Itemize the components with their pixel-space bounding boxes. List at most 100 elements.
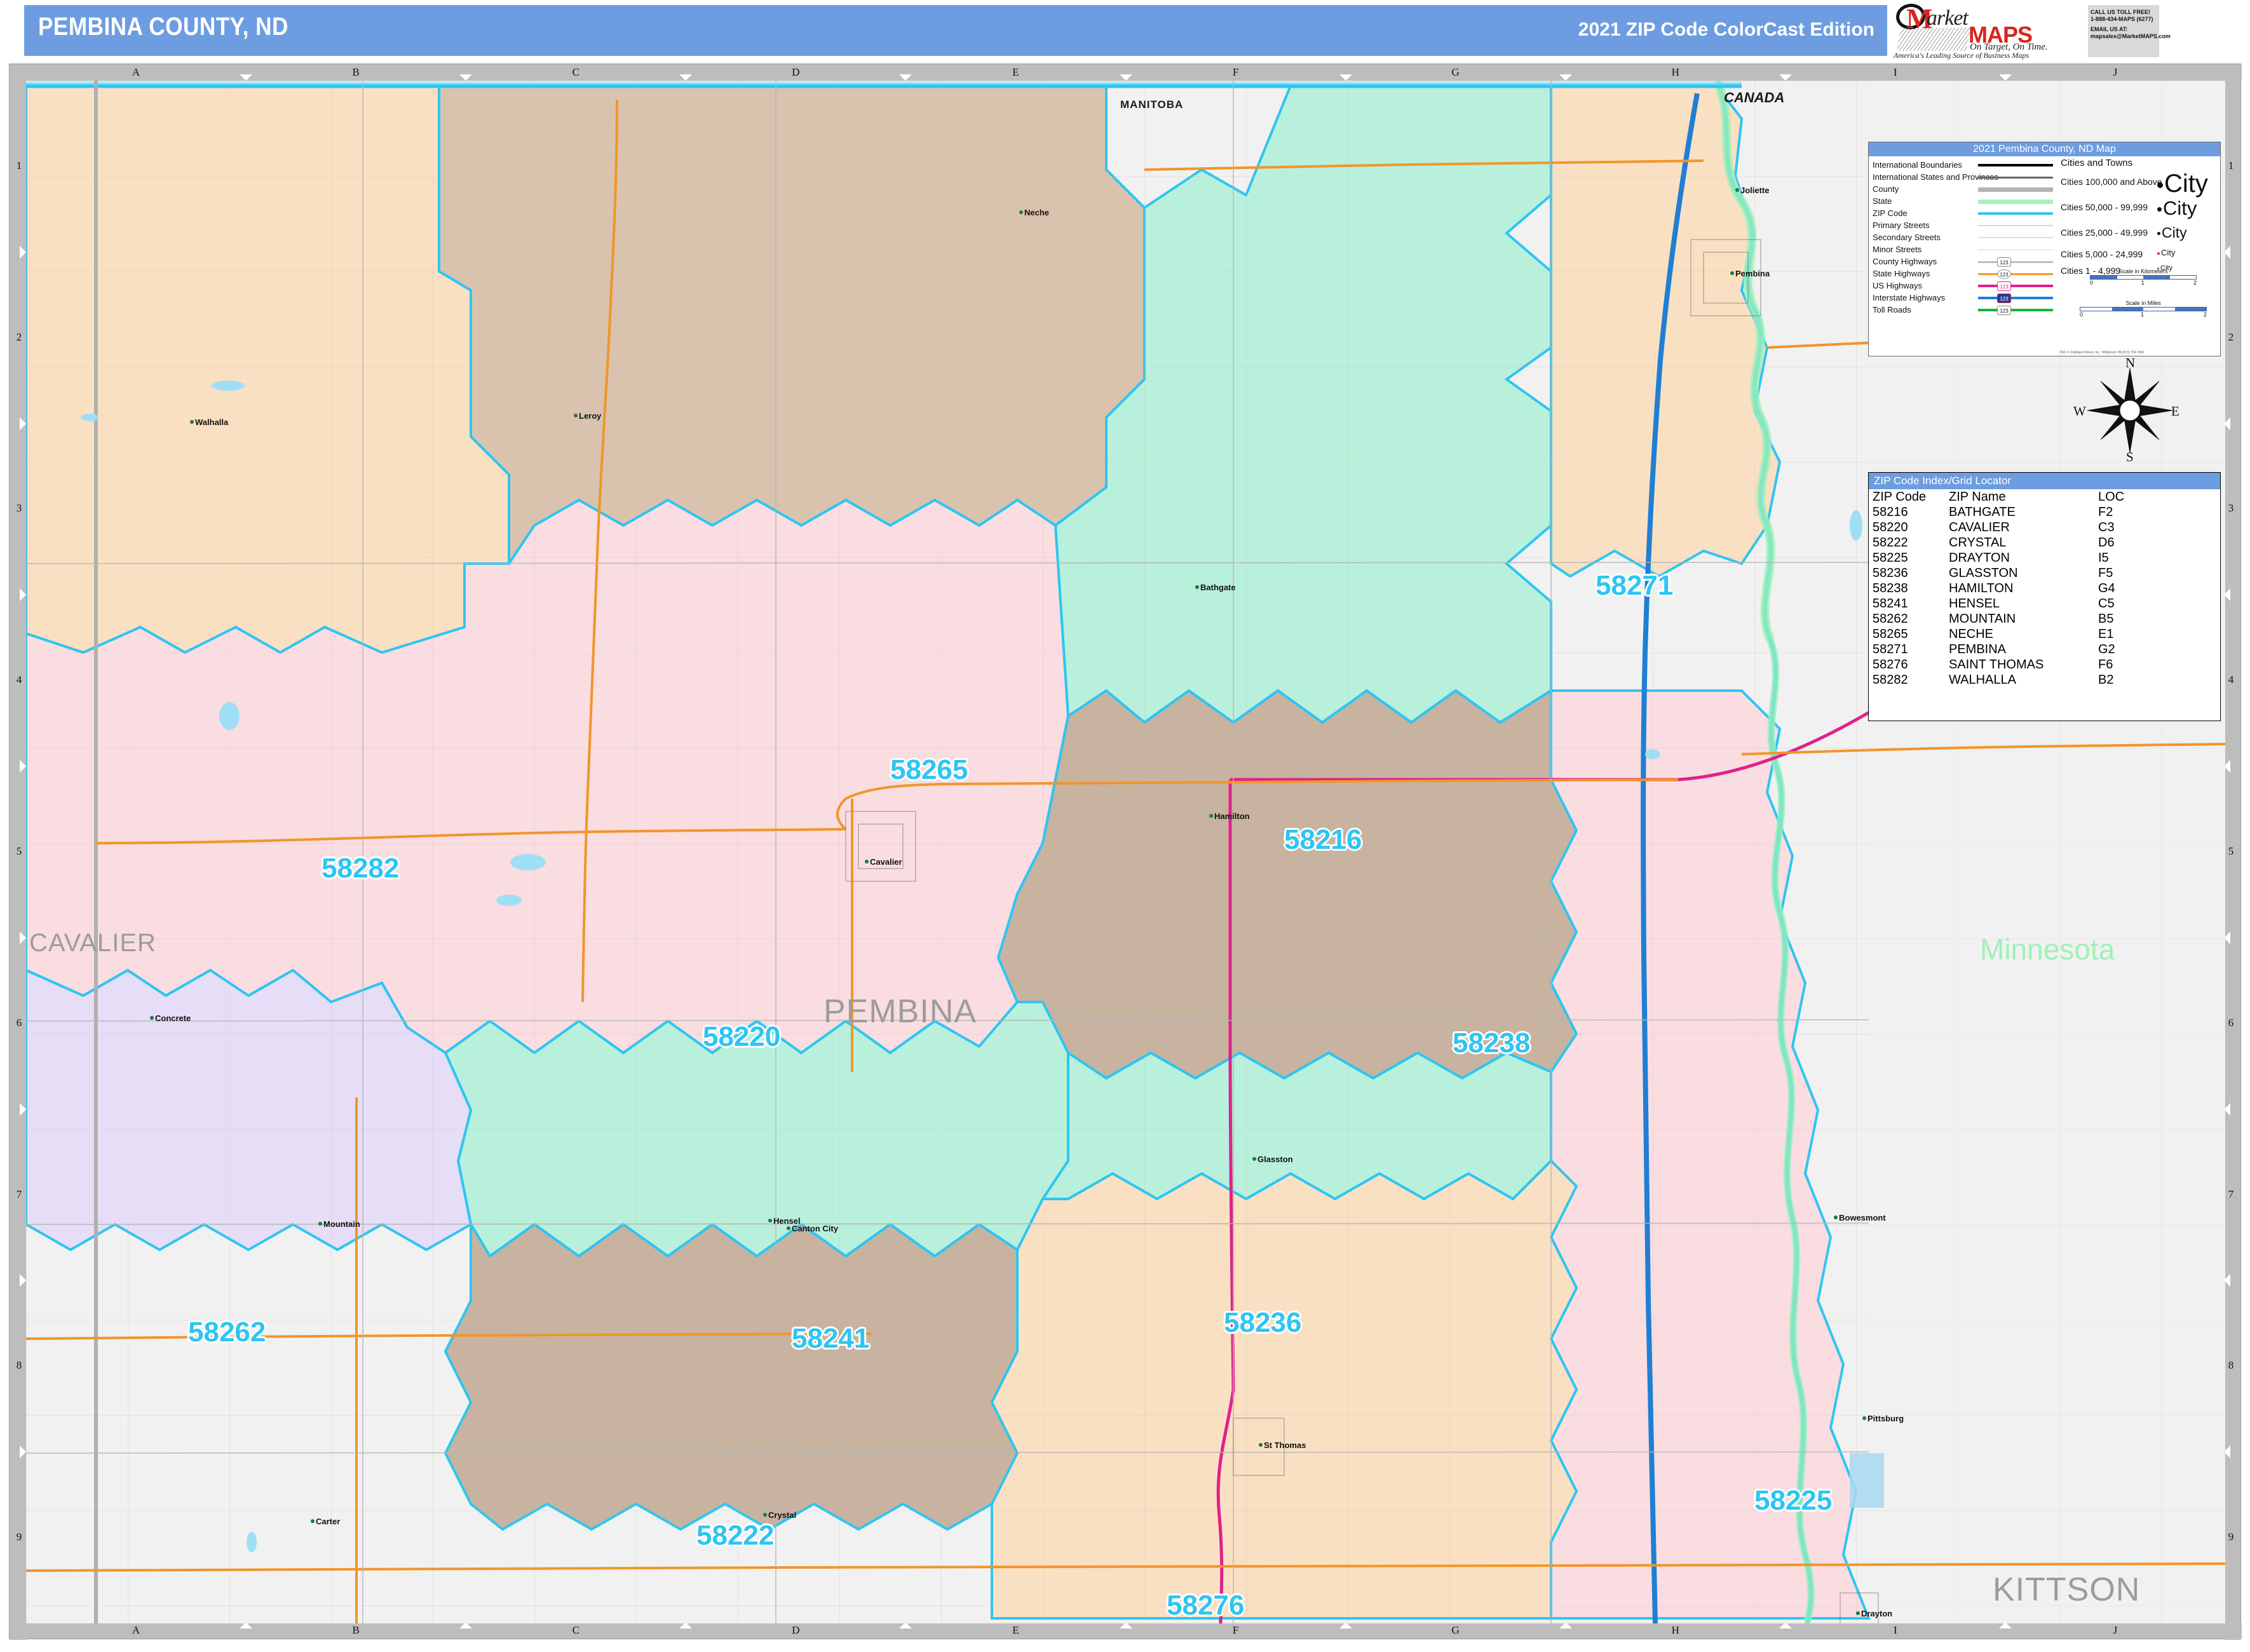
table-row[interactable]: 58220 CAVALIER C3 [1869,520,2220,535]
grid-col-G-bottom: G [1451,1624,1460,1636]
zip-label-58241[interactable]: 58241 [792,1323,869,1355]
highway-shield-icon: 123 [1997,294,2011,303]
zip-loc-cell: G2 [2098,642,2115,656]
legend-city-label: Cities 50,000 - 99,999 [2061,202,2148,212]
zip-index-title: ZIP Code Index/Grid Locator [1869,473,2220,489]
table-row[interactable]: 58216 BATHGATE F2 [1869,504,2220,520]
page-header: PEMBINA COUNTY, ND 2021 ZIP Code ColorCa… [0,0,2250,61]
table-row[interactable]: 58282 WALHALLA B2 [1869,672,2220,687]
header-banner: PEMBINA COUNTY, ND 2021 ZIP Code ColorCa… [24,5,1887,56]
legend-row-county-highways: County Highways 123 [1869,255,2059,267]
legend-row-us-highways: US Highways 123 [1869,280,2059,292]
table-row[interactable]: 58236 GLASSTON F5 [1869,565,2220,581]
city-label-glasston: Glasston [1257,1154,1293,1164]
legend-row-international-states-and-provinces: International States and Provinces [1869,171,2059,183]
legend-swatch [1978,164,2053,166]
table-row[interactable]: 58225 DRAYTON I5 [1869,550,2220,565]
contact-line-3: EMAIL US AT: [2091,26,2128,32]
city-label-neche: Neche [1024,208,1050,217]
legend-city-label: Cities 25,000 - 49,999 [2061,227,2148,238]
zip-label-58276[interactable]: 58276 [1167,1590,1244,1622]
zip-name-cell: MOUNTAIN [1949,612,2016,626]
zip-loc-cell: F5 [2098,566,2113,580]
legend-city-dot-icon [2157,207,2162,212]
table-row[interactable]: 58271 PEMBINA G2 [1869,642,2220,657]
zip-label-58262[interactable]: 58262 [188,1317,266,1348]
legend-swatch [1978,225,2053,226]
zip-code-cell: 58222 [1873,536,1908,550]
zip-loc-cell: D6 [2098,536,2115,550]
legend-copyright: 2021 © Intelligent Direct, Inc., Wildwoo… [2059,351,2145,355]
city-marker-icon [787,1226,790,1230]
legend-city-sample: City [2157,248,2175,257]
city-marker-icon [574,414,578,417]
zip-label-58220[interactable]: 58220 [703,1021,780,1053]
zip-code-cell: 58241 [1873,597,1908,611]
zip-label-58282[interactable]: 58282 [322,853,399,884]
logo-artwork: M arket MAPS On Target, On Time. America… [1894,1,2084,60]
grid-col-J-top: J [2113,66,2118,78]
highway-shield-icon: 123 [1997,269,2011,279]
table-row[interactable]: 58265 NECHE E1 [1869,626,2220,642]
legend-label: Minor Streets [1873,245,1922,254]
zip-loc-cell: C3 [2098,520,2115,534]
legend-swatch [1978,187,2053,192]
county-label-cavalier: CAVALIER [29,929,156,957]
compass-east: E [2171,403,2179,419]
zip-name-cell: CRYSTAL [1949,536,2007,550]
zip-name-cell: PEMBINA [1949,642,2007,656]
zip-code-index-panel: ZIP Code Index/Grid Locator ZIP Code ZIP … [1868,472,2221,721]
scale-km-ticks: 0 1 2 [2090,280,2197,286]
edition-label: 2021 ZIP Code ColorCast Edition [1578,19,1874,40]
table-row[interactable]: 58276 SAINT THOMAS F6 [1869,657,2220,672]
legend-swatch [1978,285,2053,287]
grid-col-B-top: B [352,66,360,78]
zip-label-58236[interactable]: 58236 [1224,1307,1301,1339]
legend-city-sample-text: City [2164,170,2208,198]
grid-tick-left [20,1274,26,1287]
legend-city-sample-text: City [2163,197,2197,220]
zip-label-58238[interactable]: 58238 [1453,1027,1530,1059]
table-row[interactable]: 58241 HENSEL C5 [1869,596,2220,611]
logo-word-arket: arket [1927,6,1969,30]
county-label-kittson: KITTSON [1993,1571,2141,1608]
zip-label-58216[interactable]: 58216 [1284,824,1362,856]
grid-tick-top [1998,74,2012,81]
table-row[interactable]: 58238 HAMILTON G4 [1869,581,2220,596]
city-label-drayton: Drayton [1861,1609,1893,1618]
grid-col-C-top: C [572,66,579,78]
legend-city-sample: City [2157,224,2187,241]
zip-label-58222[interactable]: 58222 [696,1520,774,1552]
city-marker-icon [311,1519,315,1523]
table-row[interactable]: 58262 MOUNTAIN B5 [1869,611,2220,626]
legend-label: State [1873,196,1892,206]
legend-row-state-highways: State Highways 123 [1869,267,2059,280]
city-marker-icon [1735,188,1739,192]
legend-cities-header: Cities and Towns [2061,158,2133,168]
grid-tick-top [679,74,693,81]
zip-name-cell: BATHGATE [1949,505,2016,519]
legend-row-interstate-highways: Interstate Highways 123 [1869,292,2059,304]
legend-row-minor-streets: Minor Streets [1869,243,2059,255]
scale-mi-bar [2080,307,2207,311]
compass-west: W [2073,403,2086,419]
city-marker-icon [1856,1611,1860,1615]
legend-label: Secondary Streets [1873,233,1941,242]
legend-label: County [1873,184,1899,194]
zip-label-58225[interactable]: 58225 [1754,1485,1832,1517]
zip-label-58265[interactable]: 58265 [890,754,968,786]
legend-city-dot-icon [2157,182,2163,189]
grid-tick-top [1779,74,1792,81]
table-row[interactable]: 58222 CRYSTAL D6 [1869,535,2220,550]
grid-tick-left [20,417,26,430]
zip-index-header-2: LOC [2098,490,2125,504]
zip-label-58271[interactable]: 58271 [1596,570,1673,602]
highway-shield-icon: 123 [1997,281,2011,291]
province-label-manitoba: MANITOBA [1120,98,1184,111]
city-marker-icon [1019,210,1023,214]
zip-loc-cell: E1 [2098,627,2114,641]
zip-name-cell: CAVALIER [1949,520,2010,534]
zip-code-cell: 58262 [1873,612,1908,626]
city-marker-icon [150,1016,154,1020]
grid-col-F-top: F [1232,66,1239,78]
